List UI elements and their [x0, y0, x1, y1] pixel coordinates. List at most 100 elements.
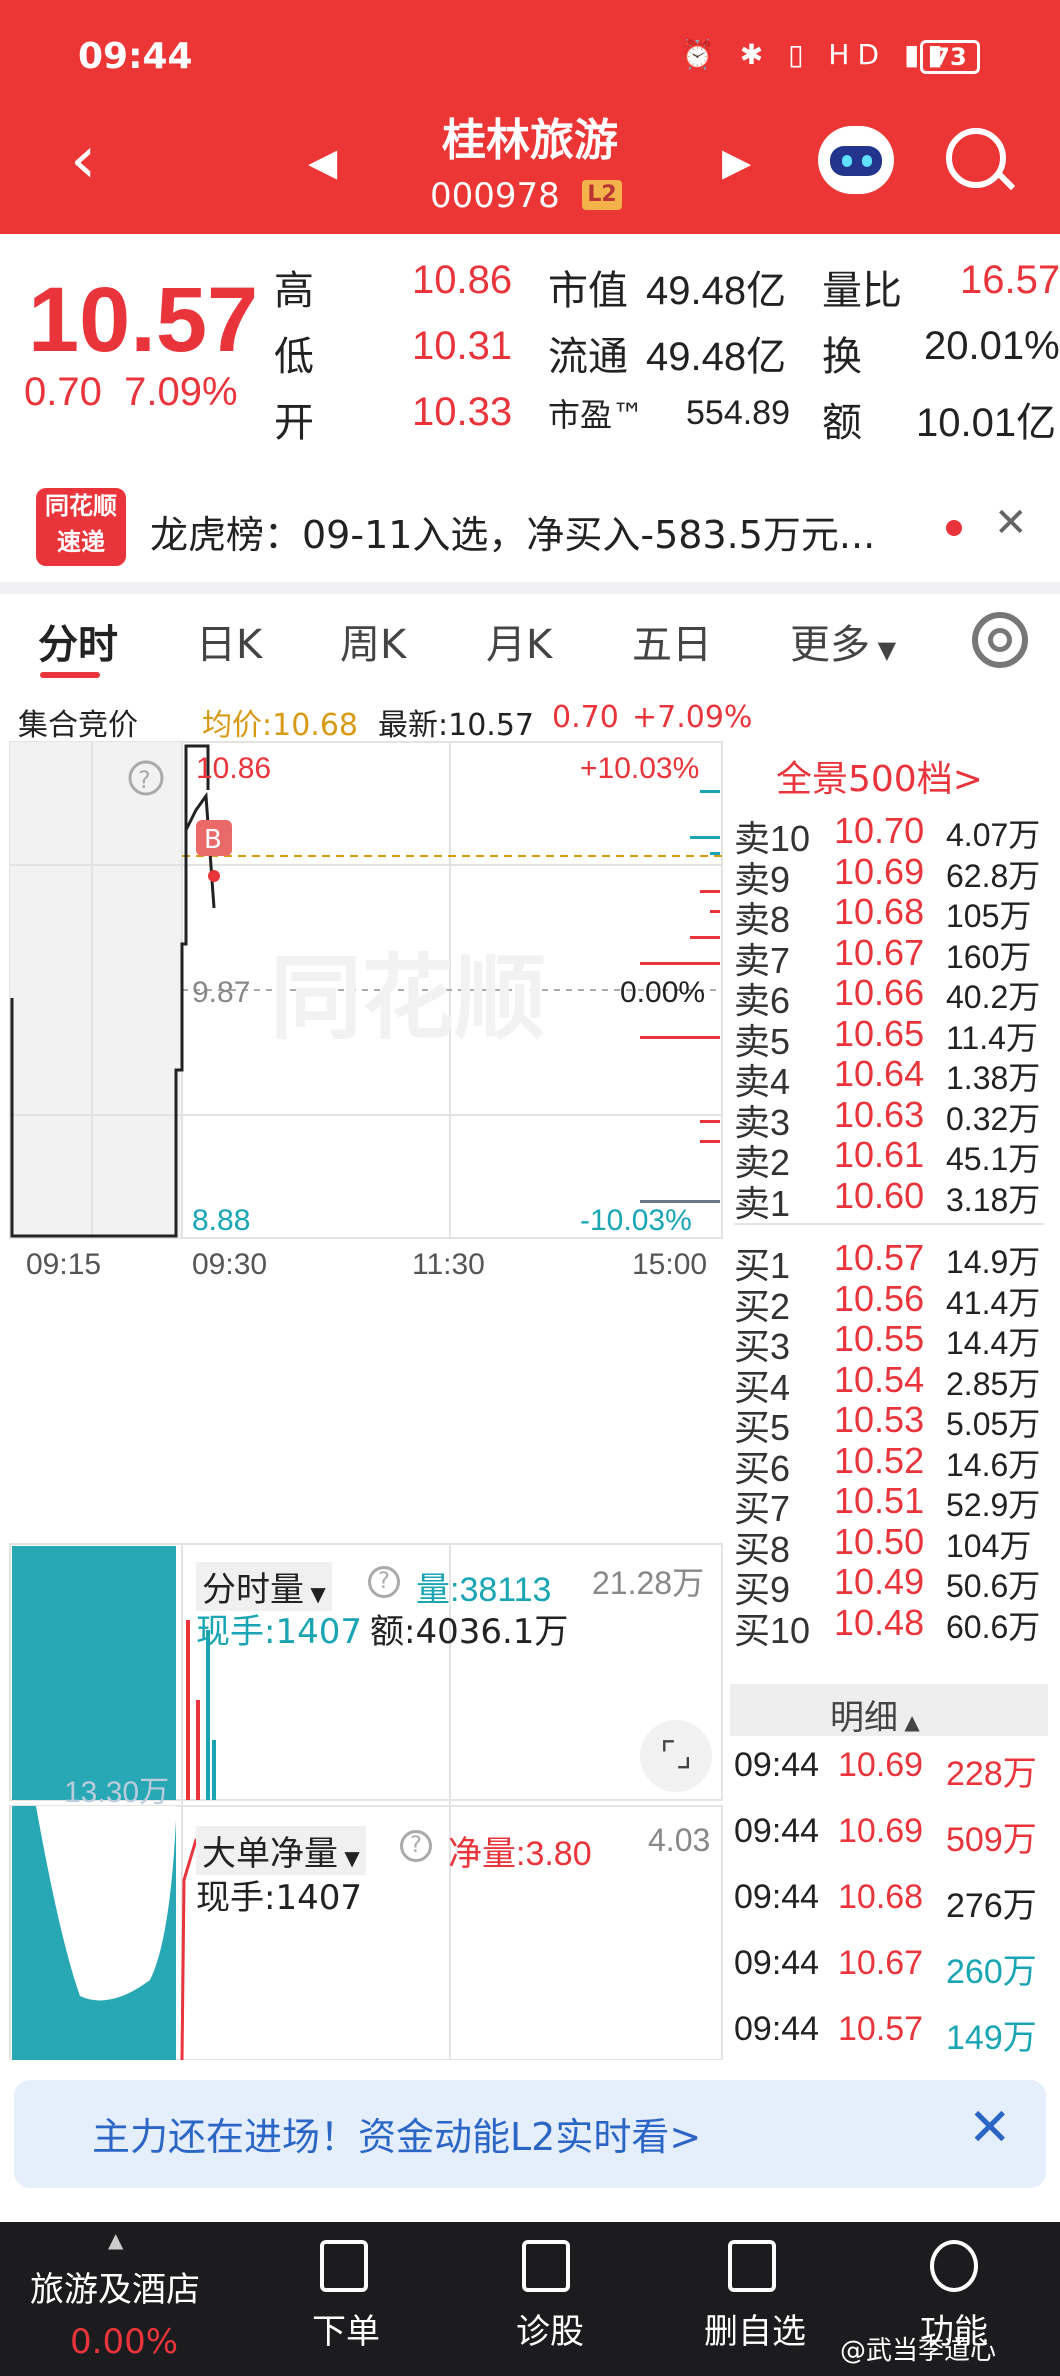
- tab-daily-k[interactable]: 日K: [196, 612, 262, 670]
- depth-bar: [710, 852, 720, 855]
- news-close-button[interactable]: ✕: [994, 500, 1028, 546]
- buy-order-row[interactable]: 买8 10.50 104万: [734, 1521, 1054, 1570]
- sell-order-row[interactable]: 卖6 10.66 40.2万: [734, 972, 1054, 1021]
- sell-order-row[interactable]: 卖4 10.64 1.38万: [734, 1053, 1054, 1102]
- next-stock-arrow-icon[interactable]: ▶: [722, 140, 751, 184]
- sell-order-row[interactable]: 卖9 10.69 62.8万: [734, 850, 1054, 900]
- price-change: 0.70 7.09%: [24, 370, 238, 414]
- diagnose-icon[interactable]: [522, 2240, 570, 2292]
- buy-order-row[interactable]: 买9 10.49 50.6万: [734, 1561, 1054, 1610]
- level-price: 10.54: [834, 1358, 925, 1400]
- amount-value: 10.01亿: [916, 401, 1057, 445]
- sector-name[interactable]: 旅游及酒店: [30, 2262, 200, 2311]
- sell-order-row[interactable]: 卖7 10.67 160万: [734, 932, 1054, 981]
- level-price: 10.64: [834, 1053, 925, 1094]
- net-max: 4.03: [648, 1822, 711, 1858]
- sell-order-row[interactable]: 卖2 10.61 45.1万: [734, 1134, 1054, 1183]
- volume-amount: 额:4036.1万: [370, 1612, 569, 1652]
- depth-bar: [640, 962, 720, 965]
- menu-icon[interactable]: [930, 2240, 978, 2292]
- trade-time: 09:44: [734, 1812, 820, 1850]
- remove-watchlist-button[interactable]: 删自选: [690, 2304, 820, 2353]
- news-logo: 同花顺 速递: [36, 488, 126, 566]
- news-unread-dot: [946, 520, 962, 536]
- trade-time: 09:44: [734, 2010, 820, 2048]
- sell-order-row[interactable]: 卖1 10.60 3.18万: [734, 1175, 1054, 1224]
- trade-volume: 149万: [946, 2019, 1037, 2057]
- depth-bar: [700, 890, 720, 893]
- level-price: 10.68: [834, 891, 925, 932]
- amount-label: 额: [822, 400, 862, 446]
- trade-time: 09:44: [734, 1944, 820, 1982]
- tab-weekly-k[interactable]: 周K: [340, 612, 406, 670]
- level-label: 买10: [734, 1609, 811, 1651]
- net-current-hand: 现手:1407: [196, 1878, 362, 1918]
- tab-more[interactable]: 更多 ▼: [790, 612, 896, 670]
- dropdown-caret-icon: ▼: [338, 1846, 360, 1870]
- help-icon[interactable]: ?: [400, 1830, 432, 1862]
- level-price: 10.61: [834, 1134, 925, 1175]
- depth-bar: [710, 910, 720, 913]
- buy-order-row[interactable]: 买5 10.53 5.05万: [734, 1399, 1054, 1448]
- details-title[interactable]: 明细 ▲: [830, 1690, 920, 1739]
- level2-badge: L2: [582, 180, 622, 210]
- promo-close-button[interactable]: ✕: [968, 2098, 1012, 2158]
- sell-order-row[interactable]: 卖3 10.63 0.32万: [734, 1094, 1054, 1143]
- buy-order-row[interactable]: 买2 10.56 41.4万: [734, 1277, 1054, 1327]
- order-icon[interactable]: [320, 2240, 368, 2292]
- auction-area-bg: [10, 742, 182, 1238]
- sort-up-icon: ▲: [898, 1710, 920, 1734]
- stock-code: 000978: [430, 176, 560, 216]
- time-label: 09:15: [26, 1248, 101, 1281]
- buy-order-row[interactable]: 买3 10.55 14.4万: [734, 1318, 1054, 1367]
- sell-order-row[interactable]: 卖5 10.65 11.4万: [734, 1013, 1054, 1062]
- level-volume: 45.1万: [946, 1141, 1041, 1177]
- time-label: 09:30: [192, 1248, 267, 1281]
- depth-bar: [700, 790, 720, 793]
- robot-face: [830, 146, 882, 176]
- trade-volume: 260万: [946, 1953, 1037, 1991]
- expand-icon[interactable]: ⌜⌟: [640, 1720, 712, 1792]
- buy-order-row[interactable]: 买10 10.48 60.6万: [734, 1602, 1054, 1651]
- stock-name: 桂林旅游: [442, 115, 618, 166]
- depth-bar: [640, 1036, 720, 1039]
- promo-text[interactable]: 主力还在进场！资金动能L2实时看>: [92, 2106, 701, 2161]
- axis-low-label: 8.88: [192, 1204, 250, 1237]
- level-price: 10.57: [834, 1237, 925, 1278]
- low-value: 10.31: [412, 324, 513, 368]
- remove-watchlist-icon[interactable]: [728, 2240, 776, 2292]
- tab-monthly-k[interactable]: 月K: [486, 612, 552, 670]
- diagnose-button[interactable]: 诊股: [500, 2304, 600, 2353]
- buy-order-row[interactable]: 买7 10.51 52.9万: [734, 1480, 1054, 1529]
- net-indicator-select[interactable]: 大单净量 ▼: [196, 1826, 366, 1875]
- latest-pct: +7.09%: [632, 700, 753, 735]
- current-price: 10.57: [28, 269, 259, 371]
- news-headline[interactable]: 龙虎榜：09-11入选，净买入-583.5万元...: [150, 504, 875, 559]
- tab-five-day[interactable]: 五日: [632, 612, 712, 670]
- level-price: 10.55: [834, 1318, 925, 1359]
- pe-value: 554.89: [686, 394, 790, 432]
- back-button[interactable]: ‹: [70, 120, 96, 200]
- expand-up-icon[interactable]: ▲: [108, 2228, 123, 2252]
- depth-bar: [690, 836, 720, 839]
- full-depth-link[interactable]: 全景500档>: [776, 750, 983, 802]
- help-icon[interactable]: ?: [368, 1566, 400, 1598]
- float-cap-value: 49.48亿: [646, 335, 787, 379]
- settings-icon-center: [988, 628, 1012, 652]
- level-price: 10.56: [834, 1277, 925, 1319]
- sell-order-row[interactable]: 卖10 10.70 4.07万: [734, 810, 1054, 859]
- order-button[interactable]: 下单: [296, 2304, 396, 2353]
- buy-order-row[interactable]: 买1 10.57 14.9万: [734, 1237, 1054, 1286]
- search-icon[interactable]: [946, 128, 1006, 188]
- level-price: 10.69: [834, 850, 925, 892]
- volume-bar: [212, 1740, 216, 1800]
- trade-price: 10.69: [838, 1812, 924, 1850]
- robot-eye: [842, 155, 852, 167]
- buy-order-row[interactable]: 买4 10.54 2.85万: [734, 1358, 1054, 1408]
- sell-order-row[interactable]: 卖8 10.68 105万: [734, 891, 1054, 940]
- tab-intraday[interactable]: 分时: [38, 612, 118, 670]
- prev-stock-arrow-icon[interactable]: ◀: [308, 140, 337, 184]
- float-cap-label: 流通: [548, 334, 628, 380]
- buy-order-row[interactable]: 买6 10.52 14.6万: [734, 1440, 1054, 1489]
- dropdown-caret-icon: ▼: [870, 636, 897, 664]
